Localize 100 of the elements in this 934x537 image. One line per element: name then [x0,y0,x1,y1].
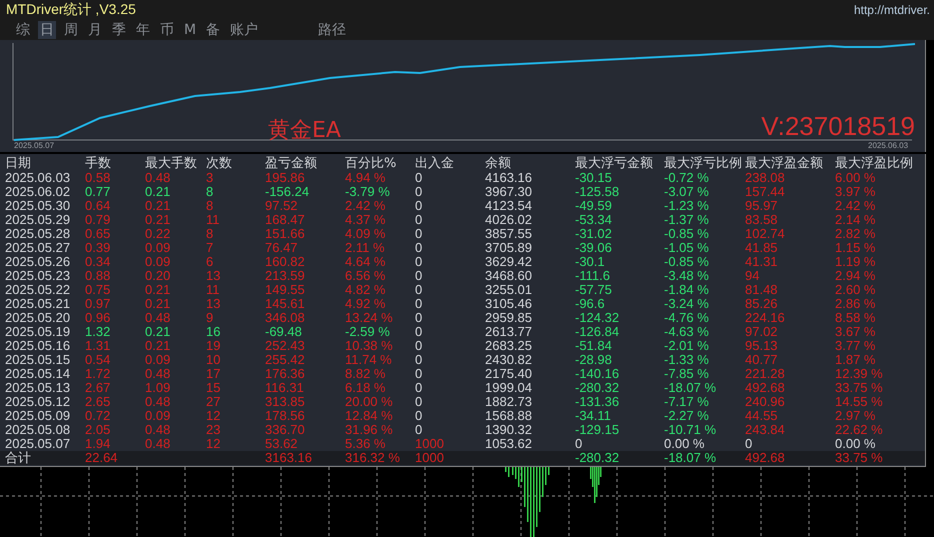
table-cell: -53.34 [575,213,612,227]
table-cell: 1.31 [85,339,110,353]
tab[interactable]: 路径 [316,21,348,39]
table-cell: 1053.62 [485,437,532,451]
date-label: 2025.05.07 [14,141,54,150]
tab[interactable]: 币 [158,21,176,39]
table-cell: 13 [206,269,220,283]
table-cell: -69.48 [265,325,302,339]
table-cell: 合计 [5,451,31,465]
table-cell: 6.18 % [345,381,386,395]
table-cell: 15 [206,381,220,395]
table-cell: 0.21 [145,297,170,311]
tab[interactable]: 月 [86,21,104,39]
table-cell: 2.60 % [835,283,876,297]
table-cell: -49.59 [575,199,612,213]
table-cell: 4.09 % [345,227,386,241]
table-cell: 33.75 % [835,451,883,465]
table-cell: 4123.54 [485,199,532,213]
table-cell: 31.96 % [345,423,393,437]
table-cell: 238.08 [745,171,785,185]
table-cell: 255.42 [265,353,305,367]
table-cell: 151.66 [265,227,305,241]
table-cell: 0.20 [145,269,170,283]
tab[interactable]: 综 [14,21,32,39]
tab[interactable]: 账户 [228,21,260,39]
table-cell: 0.65 [85,227,110,241]
table-cell: 2025.05.26 [5,255,70,269]
tab[interactable]: 备 [204,21,222,39]
table-cell: 2025.05.23 [5,269,70,283]
table-cell: 11 [206,213,220,227]
table-cell: 27 [206,395,220,409]
table-cell: -2.27 % [664,409,709,423]
table-cell: -1.33 % [664,353,709,367]
table-cell: -4.76 % [664,311,709,325]
table-cell: 0 [415,241,422,255]
table-cell: 2.11 % [345,241,385,255]
table-cell: 0 [745,437,752,451]
table-cell: 12.39 % [835,367,883,381]
tab[interactable]: 年 [134,21,152,39]
table-cell: 346.08 [265,311,305,325]
table-cell: 0.09 [145,241,170,255]
table-cell: 178.56 [265,409,305,423]
table-cell: 83.58 [745,213,778,227]
table-cell: 2025.05.27 [5,241,70,255]
tab[interactable]: M [182,21,198,39]
table-cell: 10 [206,353,220,367]
table-cell: 0 [415,311,422,325]
table-cell: -39.06 [575,241,612,255]
table-cell: 2.67 [85,381,110,395]
table-cell: 2430.82 [485,353,532,367]
table-cell: 10.38 % [345,339,393,353]
table-cell: -131.36 [575,395,620,409]
account-label: V:237018519 [761,111,915,142]
table-cell: 4.37 % [345,213,386,227]
table-cell: 0 [415,297,422,311]
table-cell: 1.72 [85,367,110,381]
table-cell: 0.21 [145,325,170,339]
table-cell: 0.21 [145,199,170,213]
table-cell: -2.01 % [664,339,709,353]
table-cell: -156.24 [265,185,310,199]
table-cell: 8 [206,185,214,199]
table-cell: 2025.05.28 [5,227,70,241]
table-cell: 336.70 [265,423,305,437]
table-cell: 4.82 % [345,283,386,297]
table-cell: 1.87 % [835,353,876,367]
table-cell: 2025.05.20 [5,311,70,325]
table-cell: 2.14 % [835,213,876,227]
table-cell: 0 [415,185,422,199]
table-cell: 0 [415,353,422,367]
table-cell: 8.82 % [345,367,386,381]
table-cell: 2683.25 [485,339,532,353]
tab[interactable]: 日 [38,21,56,39]
table-cell: 0.09 [145,353,170,367]
table-cell: 213.59 [265,269,305,283]
tab[interactable]: 周 [62,21,80,39]
table-cell: -7.85 % [664,367,709,381]
table-cell: 0.21 [145,185,170,199]
table-cell: 2.42 % [345,199,386,213]
column-header: 最大浮亏金额 [575,155,653,172]
table-cell: 41.85 [745,241,778,255]
table-cell: 2.82 % [835,227,876,241]
table-cell: 1390.32 [485,423,532,437]
table-cell: 0 [415,269,422,283]
column-header: 次数 [206,155,232,172]
tab[interactable]: 季 [110,21,128,39]
table-cell: -280.32 [575,451,620,465]
column-header: 盈亏金额 [265,155,317,172]
table-cell: -140.16 [575,367,620,381]
table-cell: 9 [206,311,214,325]
table-cell: 102.74 [745,227,785,241]
table-cell: -1.37 % [664,213,709,227]
table-cell: 0.34 [85,255,110,269]
table-cell: 44.55 [745,409,778,423]
table-cell: 0.77 [85,185,110,199]
table-cell: 145.61 [265,297,305,311]
table-cell: 40.77 [745,353,778,367]
table-cell: 13.24 % [345,311,393,325]
table-cell: 33.75 % [835,381,883,395]
table-cell: 94 [745,269,760,283]
table-cell: 0.72 [85,409,110,423]
